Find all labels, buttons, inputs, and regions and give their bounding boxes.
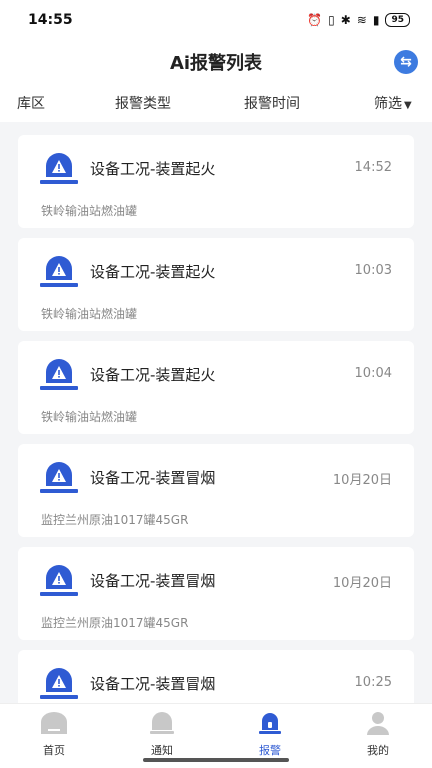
alarm-title: 设备工况-装置起火 (90, 366, 216, 384)
alarm-icon (40, 668, 78, 699)
alarm-card[interactable]: 设备工况-装置起火 10:03 铁岭输油站燃油罐 (18, 238, 414, 331)
bell-icon (150, 712, 174, 734)
alarm-card[interactable]: 设备工况-装置冒烟 10:25 (18, 650, 414, 703)
alarm-title: 设备工况-装置冒烟 (90, 572, 216, 590)
alarm-location: 铁岭输油站燃油罐 (41, 204, 138, 218)
page-title: Ai报警列表 (169, 53, 263, 74)
alarm-icon (259, 713, 281, 734)
alarm-icon (40, 462, 78, 493)
alarm-card[interactable]: 设备工况-装置冒烟 10月20日 监控兰州原油1017罐45GR (18, 444, 414, 537)
alarm-time: 10月20日 (332, 576, 392, 591)
home-indicator[interactable] (143, 758, 289, 762)
tab-notifications[interactable]: 通知 (132, 710, 192, 758)
filter-area[interactable]: 库区 (17, 93, 45, 113)
alarm-time: 10:04 (354, 366, 392, 381)
home-icon (41, 712, 67, 734)
alarm-card[interactable]: 设备工况-装置起火 10:04 铁岭输油站燃油罐 (18, 341, 414, 434)
alarm-time: 10:03 (354, 263, 392, 278)
alarm-location: 铁岭输油站燃油罐 (41, 307, 138, 321)
alarm-clock-icon: ⏰ (307, 13, 323, 27)
alarm-icon (40, 565, 78, 596)
alarm-time: 10:25 (354, 675, 392, 690)
status-bar: 14:55 ⏰ ▯ ✱ ≋ ▮ 95 (0, 0, 432, 40)
tab-label: 通知 (151, 744, 173, 757)
app-header: Ai报警列表 ⇆ (0, 40, 432, 84)
caret-down-icon: ▼ (404, 100, 412, 111)
swap-icon: ⇆ (400, 54, 412, 70)
alarm-card[interactable]: 设备工况-装置冒烟 10月20日 监控兰州原油1017罐45GR (18, 547, 414, 640)
user-icon (367, 712, 389, 735)
bluetooth-icon: ✱ (340, 13, 351, 27)
tab-profile[interactable]: 我的 (348, 710, 408, 758)
filter-label: 库区 (17, 96, 45, 112)
alarm-icon (40, 359, 78, 390)
filter-alarm-time[interactable]: 报警时间 (244, 93, 300, 113)
tab-label: 我的 (367, 744, 389, 757)
filter-bar: 库区 报警类型 报警时间 筛选 ▼ (0, 84, 432, 122)
alarm-location: 铁岭输油站燃油罐 (41, 410, 138, 424)
switch-button[interactable]: ⇆ (394, 50, 418, 74)
alarm-time: 14:52 (354, 160, 392, 175)
vibrate-icon: ▯ (328, 13, 335, 27)
alarm-list[interactable]: 设备工况-装置起火 14:52 铁岭输油站燃油罐 设备工况-装置起火 10:03… (0, 122, 432, 703)
status-time: 14:55 (28, 12, 73, 28)
alarm-title: 设备工况-装置起火 (90, 160, 216, 178)
tab-label: 首页 (43, 744, 65, 757)
alarm-icon (40, 256, 78, 287)
filter-label: 筛选 (374, 96, 402, 112)
filter-alarm-type[interactable]: 报警类型 (115, 93, 171, 113)
alarm-location: 监控兰州原油1017罐45GR (41, 616, 189, 630)
alarm-card[interactable]: 设备工况-装置起火 14:52 铁岭输油站燃油罐 (18, 135, 414, 228)
wifi-icon: ≋ (356, 13, 367, 27)
battery-indicator: 95 (385, 13, 410, 27)
tab-home[interactable]: 首页 (24, 710, 84, 758)
alarm-location: 监控兰州原油1017罐45GR (41, 513, 189, 527)
filter-more[interactable]: 筛选 ▼ (374, 93, 412, 113)
tab-alarms[interactable]: 报警 (240, 710, 300, 758)
alarm-title: 设备工况-装置起火 (90, 263, 216, 281)
filter-label: 报警类型 (115, 96, 171, 112)
filter-label: 报警时间 (244, 96, 300, 112)
status-icons: ⏰ ▯ ✱ ≋ ▮ 95 (307, 13, 410, 27)
alarm-icon (40, 153, 78, 184)
alarm-title: 设备工况-装置冒烟 (90, 675, 216, 693)
alarm-title: 设备工况-装置冒烟 (90, 469, 216, 487)
tab-label: 报警 (259, 744, 281, 757)
alarm-time: 10月20日 (332, 473, 392, 488)
signal-icon: ▮ (372, 13, 380, 27)
